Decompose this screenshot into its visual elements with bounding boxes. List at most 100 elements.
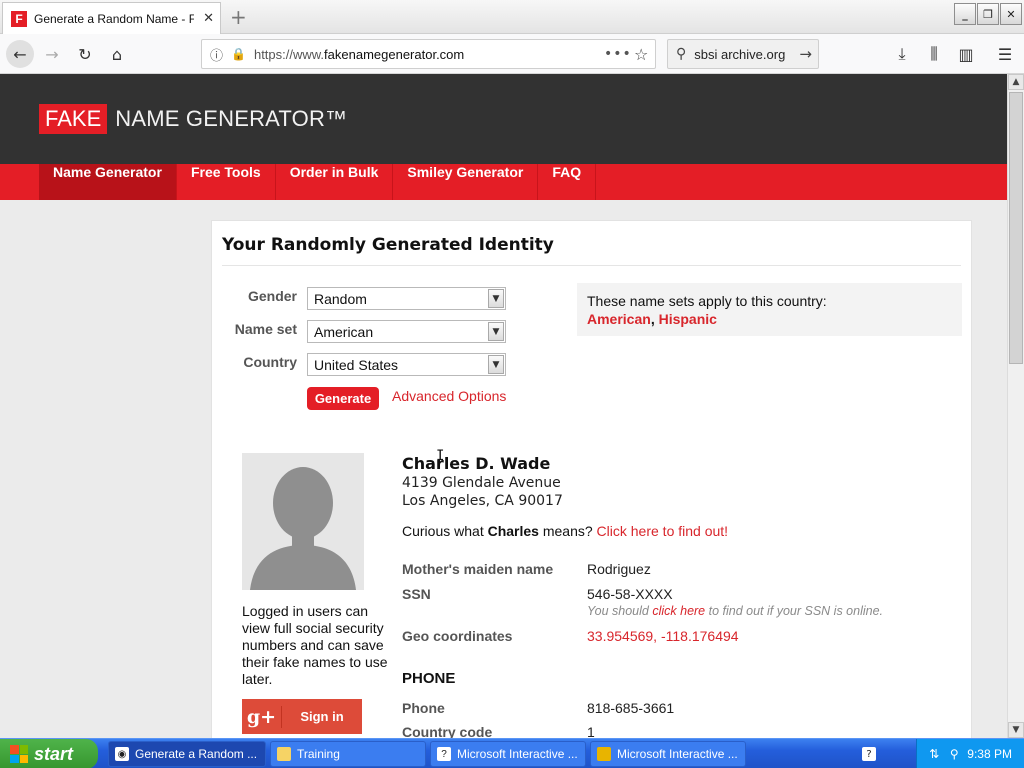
home-icon[interactable]: ⌂: [103, 40, 131, 68]
sidebar-toggle-icon[interactable]: ▥: [952, 40, 980, 68]
ssn-hint: You should click here to find out if you…: [587, 604, 883, 618]
url-bar[interactable]: ⓘ 🔒 https://www.fakenamegenerator.com ••…: [201, 39, 656, 69]
nameset-link-hispanic[interactable]: Hispanic: [659, 311, 717, 327]
nameset-info-text: These name sets apply to this country:: [587, 293, 827, 309]
info-icon[interactable]: ⓘ: [210, 45, 223, 64]
url-text[interactable]: https://www.fakenamegenerator.com: [254, 47, 464, 62]
lock-icon[interactable]: 🔒: [231, 47, 246, 61]
nav-name-generator[interactable]: Name Generator: [39, 164, 177, 200]
nameset-value: American: [314, 323, 374, 340]
browser-navbar: ← → ↻ ⌂ ⓘ 🔒 https://www.fakenamegenerato…: [0, 34, 1024, 74]
nameset-info: These name sets apply to this country: A…: [577, 283, 962, 336]
task-label: Generate a Random ...: [135, 747, 258, 761]
nameset-label: Name set: [234, 321, 297, 337]
nav-free-tools[interactable]: Free Tools: [177, 164, 276, 200]
restore-button[interactable]: ❐: [977, 3, 999, 25]
chevron-down-icon[interactable]: ▼: [488, 355, 504, 374]
forward-arrow-icon[interactable]: →: [38, 40, 66, 68]
scroll-down-icon[interactable]: ▼: [1008, 722, 1024, 738]
gender-select[interactable]: Random ▼: [307, 287, 506, 310]
scroll-thumb[interactable]: [1009, 92, 1023, 364]
menu-icon[interactable]: ☰: [991, 40, 1019, 68]
page-scrollbar[interactable]: ▲ ▼: [1007, 74, 1024, 738]
close-window-button[interactable]: ✕: [1000, 3, 1022, 25]
clock[interactable]: 9:38 PM: [967, 747, 1012, 761]
network-icon[interactable]: ⇅: [927, 747, 941, 761]
search-tray-icon[interactable]: ⚲: [947, 747, 961, 761]
country-select[interactable]: United States ▼: [307, 353, 506, 376]
gender-label: Gender: [247, 288, 297, 304]
help-tray-icon[interactable]: ?: [862, 747, 876, 761]
nameset-separator: ,: [650, 311, 655, 327]
chevron-down-icon[interactable]: ▼: [488, 322, 504, 341]
scroll-up-icon[interactable]: ▲: [1008, 74, 1024, 90]
page-actions-icon[interactable]: •••: [604, 46, 632, 62]
logo-fake: FAKE: [39, 104, 108, 134]
help-icon: ?: [437, 747, 451, 761]
new-tab-icon[interactable]: +: [230, 5, 247, 29]
search-input[interactable]: sbsi archive.org: [694, 47, 785, 62]
signin-label: Sign in: [300, 709, 344, 724]
firefox-icon: ◉: [115, 747, 129, 761]
back-arrow-icon[interactable]: ←: [6, 40, 34, 68]
google-signin-button[interactable]: g+ Sign in: [242, 699, 362, 734]
curious-mid: means?: [538, 523, 597, 539]
address-line-1: 4139 Glendale Avenue: [402, 475, 561, 491]
logo-name-generator: NAME GENERATOR™: [115, 106, 348, 131]
download-icon[interactable]: ⤓: [888, 40, 916, 68]
browser-tab[interactable]: F Generate a Random Name - Fake N ✕: [2, 2, 221, 34]
ssn-value: 546-58-XXXX: [587, 586, 673, 602]
geo-label: Geo coordinates: [402, 628, 513, 644]
identity-name: Charles D. Wade: [402, 454, 551, 473]
maiden-name-value: Rodriguez: [587, 561, 651, 577]
library-icon[interactable]: ⫼: [920, 40, 948, 68]
reload-icon[interactable]: ↻: [71, 40, 99, 68]
identity-card: Your Randomly Generated Identity Gender …: [211, 220, 972, 738]
phone-section-heading: PHONE: [402, 670, 456, 687]
phone-label: Phone: [402, 700, 445, 716]
page-title: Your Randomly Generated Identity: [222, 235, 554, 255]
country-label: Country: [243, 354, 297, 370]
person-silhouette-icon: [242, 453, 364, 590]
start-button[interactable]: start: [0, 739, 98, 768]
page-viewport: FAKE NAME GENERATOR™ Name Generator Free…: [0, 74, 1007, 738]
search-bar[interactable]: ⚲ sbsi archive.org →: [667, 39, 819, 69]
search-go-icon[interactable]: →: [799, 45, 812, 63]
gender-value: Random: [314, 290, 367, 307]
task-microsoft-interactive-1[interactable]: ? Microsoft Interactive ...: [430, 741, 586, 767]
search-icon: ⚲: [676, 46, 687, 62]
task-microsoft-interactive-2[interactable]: Microsoft Interactive ...: [590, 741, 746, 767]
geo-coordinates-link[interactable]: 33.954569, -118.176494: [587, 628, 739, 644]
login-note: Logged in users can view full social sec…: [242, 603, 388, 687]
nav-faq[interactable]: FAQ: [538, 164, 597, 200]
ssn-hint-prefix: You should: [587, 604, 653, 618]
task-training-folder[interactable]: Training: [270, 741, 426, 767]
generate-button[interactable]: Generate: [307, 387, 379, 410]
name-meaning-line: Curious what Charles means? Click here t…: [402, 523, 728, 539]
site-logo[interactable]: FAKE NAME GENERATOR™: [39, 104, 347, 134]
bookmark-star-icon[interactable]: ☆: [634, 45, 648, 64]
nameset-link-american[interactable]: American: [587, 311, 651, 327]
browser-titlebar: F Generate a Random Name - Fake N ✕ + _ …: [0, 0, 1024, 34]
minimize-button[interactable]: _: [954, 3, 976, 25]
folder-icon: [277, 747, 291, 761]
close-tab-icon[interactable]: ✕: [203, 11, 214, 26]
start-label: start: [34, 743, 74, 764]
nav-smiley-generator[interactable]: Smiley Generator: [393, 164, 539, 200]
tab-title: Generate a Random Name - Fake N: [34, 11, 194, 26]
curious-name: Charles: [487, 523, 539, 539]
chevron-down-icon[interactable]: ▼: [488, 289, 504, 308]
site-header: FAKE NAME GENERATOR™: [0, 74, 1007, 164]
nameset-select[interactable]: American ▼: [307, 320, 506, 343]
advanced-options-link[interactable]: Advanced Options: [392, 388, 506, 404]
country-code-label: Country code: [402, 724, 493, 738]
app-icon: [597, 747, 611, 761]
task-label: Microsoft Interactive ...: [617, 747, 738, 761]
task-firefox[interactable]: ◉ Generate a Random ...: [108, 741, 266, 767]
windows-logo-icon: [10, 745, 28, 763]
site-nav: Name Generator Free Tools Order in Bulk …: [0, 164, 1007, 200]
name-meaning-link[interactable]: Click here to find out!: [597, 523, 729, 539]
ssn-check-link[interactable]: click here: [652, 604, 705, 618]
nav-order-in-bulk[interactable]: Order in Bulk: [276, 164, 394, 200]
divider: [222, 265, 961, 266]
